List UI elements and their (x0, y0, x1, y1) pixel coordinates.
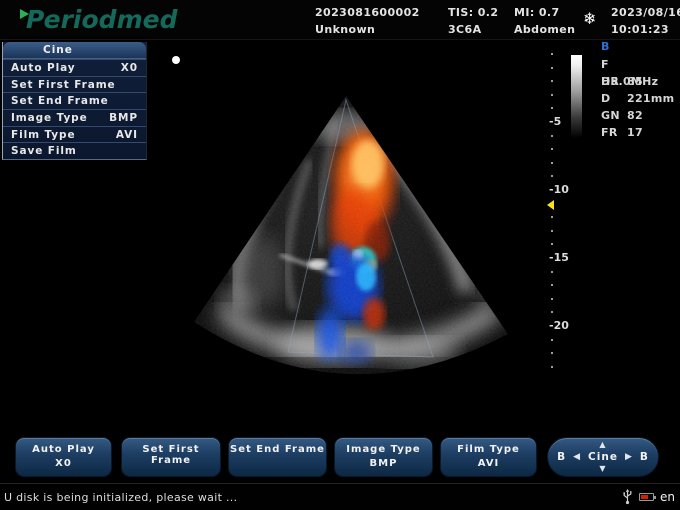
depth-tick (551, 243, 553, 245)
depth-label: -5 (549, 115, 561, 128)
depth-tick (551, 107, 553, 109)
depth-tick (551, 80, 553, 82)
depth-tick (551, 366, 553, 368)
focus-position-marker[interactable] (547, 200, 554, 210)
param-frequency: FH5.0MHz (601, 56, 680, 73)
chevron-up-icon[interactable]: ▲ (548, 441, 658, 449)
depth-tick (551, 352, 553, 354)
menu-item-label: Set First Frame (11, 79, 116, 91)
depth-label: -15 (549, 251, 569, 264)
depth-tick (551, 271, 553, 273)
nav-mode-left[interactable]: B (557, 451, 566, 463)
menu-item-value: X0 (121, 62, 138, 74)
ultrasound-image (168, 52, 553, 387)
menu-item-label: Auto Play (11, 62, 76, 74)
param-depth: D221mm (601, 90, 680, 107)
depth-tick (551, 216, 553, 218)
depth-tick (551, 53, 553, 55)
depth-tick (551, 230, 553, 232)
menu-title-cine[interactable]: Cine (3, 42, 146, 59)
depth-tick (551, 175, 553, 177)
system-time: 10:01:23 (611, 23, 680, 40)
grayscale-map-bar (571, 55, 582, 138)
param-dynamic-range: DR85 (601, 73, 680, 90)
depth-label: -10 (549, 183, 569, 196)
status-message: U disk is being initialized, please wait… (4, 491, 237, 504)
cine-context-menu: Cine Auto Play X0 Set First Frame Set En… (2, 42, 147, 160)
acoustic-probe-column: TIS: 0.2 3C6A (448, 6, 498, 40)
menu-item-save-film[interactable]: Save Film (3, 142, 146, 159)
chevron-left-icon[interactable]: ◀ (573, 452, 581, 462)
param-frame-rate: FR17 (601, 124, 680, 141)
menu-item-value: AVI (116, 129, 138, 141)
menu-item-label: Save Film (11, 145, 77, 157)
menu-item-auto-play[interactable]: Auto Play X0 (3, 59, 146, 76)
softkey-image-type[interactable]: Image Type BMP (334, 437, 433, 477)
softkey-bar: Auto Play X0 Set First Frame Set End Fra… (0, 432, 680, 483)
status-bar: U disk is being initialized, please wait… (0, 483, 680, 510)
nav-mode-right[interactable]: B (640, 451, 649, 463)
param-gain: GN82 (601, 107, 680, 124)
menu-item-set-end-frame[interactable]: Set End Frame (3, 92, 146, 109)
softkey-set-end-frame[interactable]: Set End Frame (228, 437, 327, 477)
depth-tick (551, 135, 553, 137)
datetime-column: 2023/08/16 10:01:23 (611, 6, 680, 40)
menu-item-value: BMP (109, 112, 138, 124)
menu-item-label: Image Type (11, 112, 88, 124)
menu-item-label: Set End Frame (11, 95, 109, 107)
freeze-snowflake-icon: ❄ (583, 9, 596, 28)
menu-item-set-first-frame[interactable]: Set First Frame (3, 76, 146, 93)
depth-tick (551, 162, 553, 164)
ultrasound-screen: Periodmed 2023081600002 Unknown TIS: 0.2… (0, 0, 680, 510)
tis-value: TIS: 0.2 (448, 6, 498, 23)
mi-preset-column: MI: 0.7 Abdomen (514, 6, 575, 40)
patient-id: 2023081600002 (315, 6, 420, 23)
patient-name: Unknown (315, 23, 420, 40)
probe-model: 3C6A (448, 23, 498, 40)
depth-tick (551, 67, 553, 69)
patient-info-column: 2023081600002 Unknown (315, 6, 420, 40)
depth-tick (551, 298, 553, 300)
softkey-set-first-frame[interactable]: Set First Frame (121, 437, 221, 477)
cine-navigator[interactable]: ▲ B ◀ Cine ▶ B ▼ (547, 437, 659, 477)
logo-triangle-icon (20, 9, 29, 19)
top-bar: Periodmed 2023081600002 Unknown TIS: 0.2… (0, 0, 680, 40)
menu-item-film-type[interactable]: Film Type AVI (3, 126, 146, 143)
language-indicator[interactable]: en (660, 490, 675, 504)
system-date: 2023/08/16 (611, 6, 680, 23)
depth-tick (551, 311, 553, 313)
depth-tick (551, 203, 553, 205)
brand-logo: Periodmed (26, 5, 177, 34)
softkey-film-type[interactable]: Film Type AVI (440, 437, 537, 477)
depth-label: -20 (549, 319, 569, 332)
chevron-right-icon[interactable]: ▶ (625, 452, 633, 462)
softkey-auto-play[interactable]: Auto Play X0 (15, 437, 112, 477)
image-parameter-panel: B FH5.0MHz DR85 D221mm GN82 FR17 (601, 40, 680, 141)
brand-logo-text: Periodmed (26, 5, 177, 34)
menu-item-image-type[interactable]: Image Type BMP (3, 109, 146, 126)
exam-preset: Abdomen (514, 23, 575, 40)
depth-tick (551, 339, 553, 341)
chevron-down-icon[interactable]: ▼ (548, 465, 658, 473)
depth-tick (551, 284, 553, 286)
battery-icon (639, 493, 654, 501)
mi-value: MI: 0.7 (514, 6, 575, 23)
depth-tick (551, 148, 553, 150)
depth-tick (551, 94, 553, 96)
nav-center-label: Cine (588, 451, 618, 463)
usb-icon (622, 489, 633, 505)
menu-item-label: Film Type (11, 129, 75, 141)
mode-label: B (601, 40, 680, 56)
